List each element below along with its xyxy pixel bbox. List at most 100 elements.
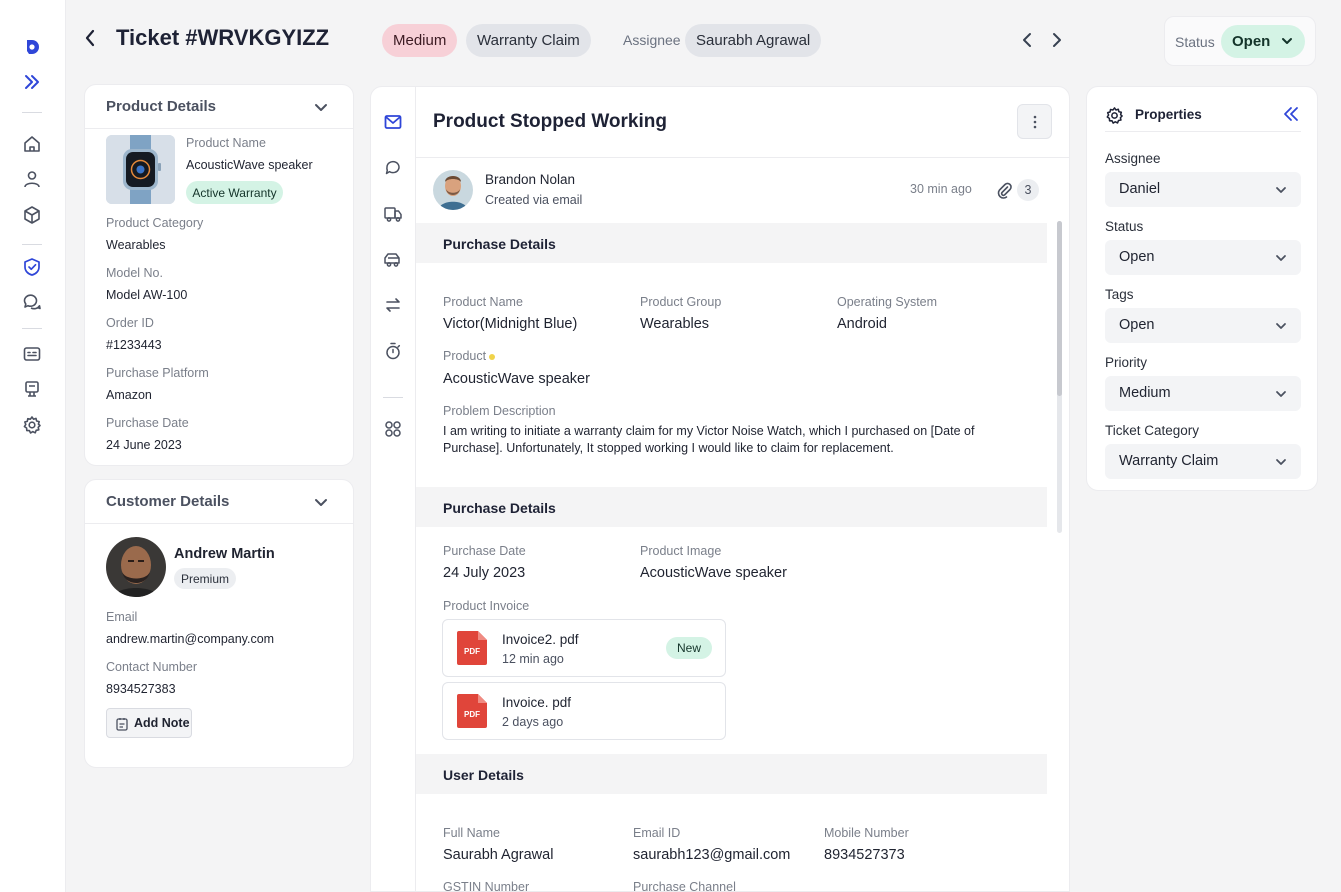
rail-divider — [383, 397, 403, 398]
problem-description-line-1: I am writing to initiate a warranty clai… — [443, 424, 975, 438]
chevron-down-icon[interactable] — [313, 99, 329, 115]
chat-bubble-icon[interactable] — [382, 157, 404, 179]
priority-badge[interactable]: Medium — [382, 24, 458, 57]
apps-grid-icon[interactable] — [382, 418, 404, 440]
file-name: Invoice2. pdf — [502, 632, 579, 647]
customer-avatar — [106, 537, 166, 597]
problem-description-line-2: Purchase]. Unfortunately, It stopped wor… — [443, 441, 894, 455]
ticket-category-select[interactable]: Warranty Claim — [1105, 444, 1301, 479]
purchase-details-section-header: Purchase Details — [416, 487, 1047, 527]
operating-system-label: Operating System — [837, 295, 938, 309]
vehicle-icon[interactable] — [382, 249, 404, 271]
purchase-channel-label: Purchase Channel — [633, 880, 736, 892]
chevron-down-icon — [1276, 187, 1286, 193]
full-name-value: Saurabh Agrawal — [443, 847, 554, 863]
settings-icon[interactable] — [21, 414, 43, 436]
panel-rail — [371, 87, 416, 891]
status-dropdown[interactable]: Open — [1221, 25, 1305, 58]
tags-label: Tags — [1105, 287, 1134, 302]
priority-label: Priority — [1105, 355, 1148, 370]
product-name-label: Product Name — [443, 295, 523, 309]
email-id-value: saurabh123@gmail.com — [633, 847, 791, 863]
gstin-label: GSTIN Number — [443, 880, 530, 892]
chevron-down-icon — [1276, 255, 1286, 261]
customer-details-card: Customer Details Andrew Martin Premium E… — [84, 479, 354, 768]
priority-select[interactable]: Medium — [1105, 376, 1301, 411]
scrollbar-thumb[interactable] — [1057, 221, 1062, 396]
customer-contact-value: 8934527383 — [106, 682, 176, 696]
exchange-icon[interactable] — [382, 294, 404, 316]
customer-name: Andrew Martin — [174, 546, 275, 562]
purchase-platform-value: Amazon — [106, 388, 152, 402]
sidebar-divider — [22, 328, 42, 329]
ticket-category-value: Warranty Claim — [1119, 453, 1219, 469]
pdf-file-icon: PDF — [457, 631, 487, 665]
product-name-value: Victor(Midnight Blue) — [443, 316, 578, 332]
purchase-date-label: Purchase Date — [443, 544, 526, 558]
sidebar-divider — [22, 244, 42, 245]
properties-panel: Properties Assignee Daniel Status Open T… — [1086, 86, 1318, 491]
product-image-label: Product Image — [640, 544, 722, 558]
operating-system-value: Android — [837, 316, 887, 332]
chevron-down-icon — [1276, 391, 1286, 397]
product-value: AcousticWave speaker — [443, 371, 590, 387]
invoice-file-item[interactable]: PDF Invoice. pdf 2 days ago — [442, 682, 726, 740]
previous-ticket-icon[interactable] — [1018, 30, 1036, 50]
chevron-down-icon — [1276, 459, 1286, 465]
box-icon[interactable] — [21, 204, 43, 226]
expand-icon[interactable] — [21, 71, 43, 93]
tags-select[interactable]: Open — [1105, 308, 1301, 343]
chat-icon[interactable] — [21, 291, 43, 313]
home-icon[interactable] — [21, 133, 43, 155]
new-badge: New — [666, 637, 712, 659]
product-details-card: Product Details Product Name AcousticWav… — [84, 84, 354, 466]
assignee-select[interactable]: Daniel — [1105, 172, 1301, 207]
delivery-truck-icon[interactable] — [382, 203, 404, 225]
logo-icon[interactable] — [21, 36, 43, 58]
product-details-title: Product Details — [106, 98, 217, 115]
assignee-label: Assignee — [1105, 151, 1161, 166]
product-category-value: Wearables — [106, 238, 166, 252]
section-heading: Purchase Details — [443, 236, 556, 252]
chevron-down-icon[interactable] — [313, 494, 329, 510]
ticket-list-icon[interactable] — [21, 343, 43, 365]
assignee-badge[interactable]: Saurabh Agrawal — [685, 24, 822, 57]
collapse-panel-icon[interactable] — [1283, 106, 1299, 122]
assignee-value: Daniel — [1119, 181, 1161, 197]
invoice-file-item[interactable]: PDF Invoice2. pdf 12 min ago New — [442, 619, 726, 677]
kiosk-icon[interactable] — [21, 378, 43, 400]
user-details-section-header: User Details — [416, 754, 1047, 794]
priority-value: Medium — [1119, 385, 1171, 401]
email-id-label: Email ID — [633, 826, 681, 840]
chevron-down-icon — [1276, 323, 1286, 329]
mail-icon[interactable] — [382, 111, 404, 133]
shield-check-icon[interactable] — [21, 256, 43, 278]
purchase-date-value: 24 June 2023 — [106, 438, 182, 452]
purchase-details-section-header: Purchase Details — [416, 223, 1047, 263]
created-via: Created via email — [485, 193, 583, 207]
pdf-badge-text: PDF — [464, 710, 480, 719]
model-label: Model No. — [106, 266, 163, 280]
customer-details-header[interactable]: Customer Details — [85, 480, 353, 524]
product-details-header[interactable]: Product Details — [85, 85, 353, 129]
next-ticket-icon[interactable] — [1048, 30, 1066, 50]
more-options-button[interactable] — [1017, 104, 1052, 139]
category-badge[interactable]: Warranty Claim — [466, 24, 591, 57]
timer-icon[interactable] — [382, 340, 404, 362]
note-icon — [116, 718, 128, 731]
product-label: Product — [443, 349, 487, 363]
purchase-date-value: 24 July 2023 — [443, 565, 526, 581]
properties-title: Properties — [1135, 107, 1202, 122]
pdf-file-icon: PDF — [457, 694, 487, 728]
status-select[interactable]: Open — [1105, 240, 1301, 275]
paperclip-icon[interactable] — [995, 181, 1013, 199]
message-time: 30 min ago — [910, 182, 972, 196]
sidebar-divider — [22, 112, 42, 113]
status-control: Status Open — [1164, 16, 1316, 66]
file-time: 12 min ago — [502, 652, 564, 666]
add-note-button[interactable]: Add Note — [106, 708, 192, 738]
user-icon[interactable] — [21, 168, 43, 190]
add-note-label: Add Note — [134, 716, 190, 730]
section-heading: Purchase Details — [443, 500, 556, 516]
back-icon[interactable] — [80, 27, 100, 49]
